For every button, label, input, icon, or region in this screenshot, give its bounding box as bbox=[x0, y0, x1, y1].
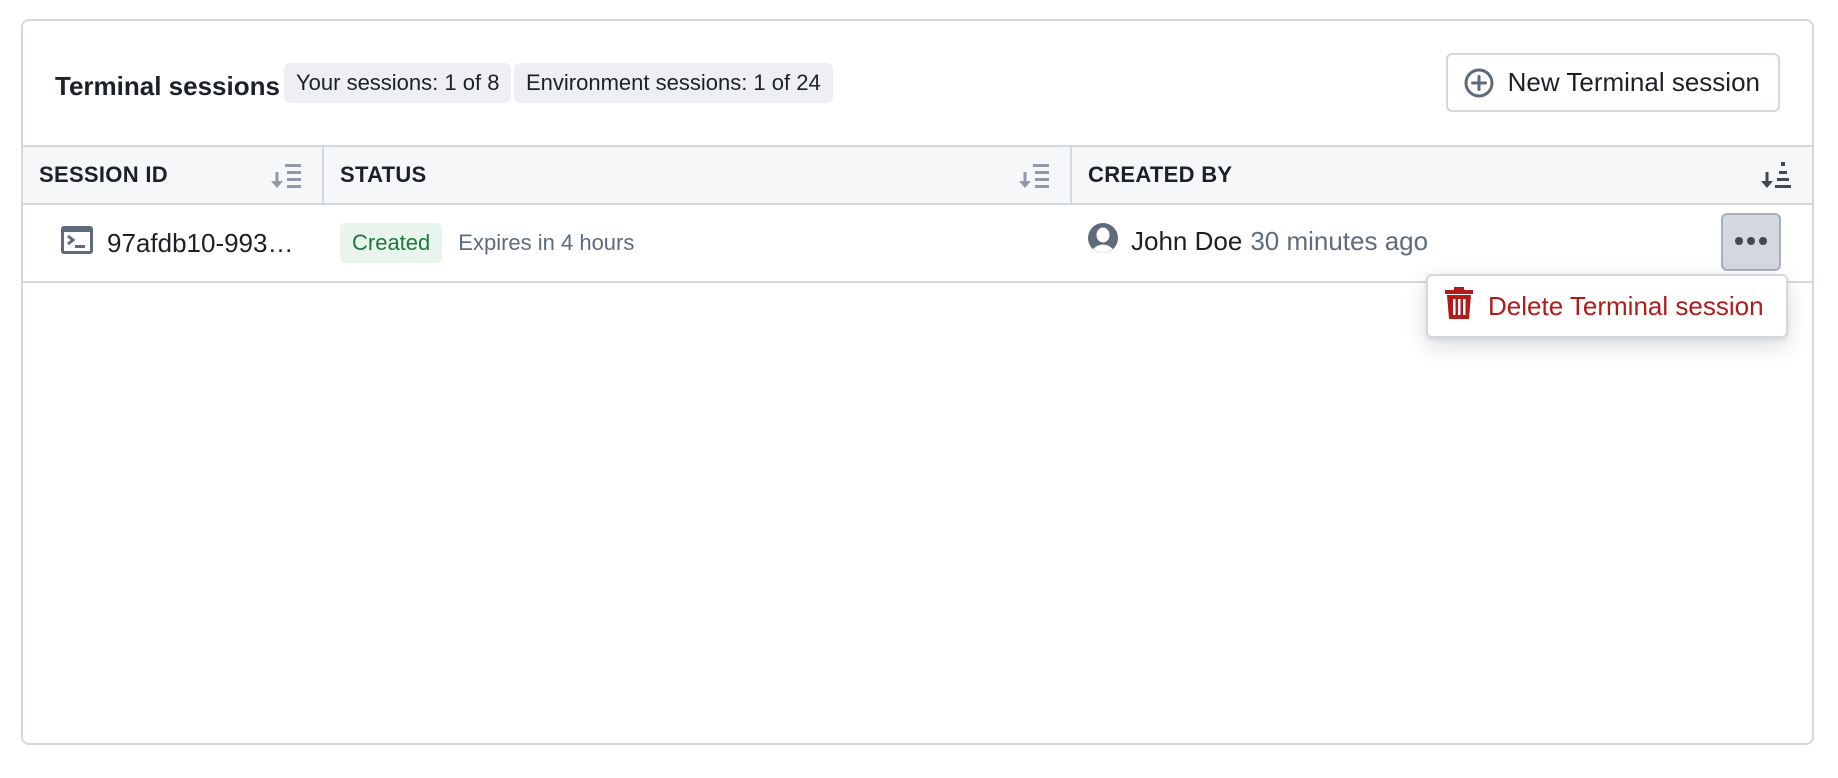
panel-header: Terminal sessions Your sessions: 1 of 8 … bbox=[23, 21, 1812, 147]
terminal-sessions-panel: Terminal sessions Your sessions: 1 of 8 … bbox=[21, 19, 1814, 745]
delete-terminal-session-label: Delete Terminal session bbox=[1488, 290, 1764, 321]
created-by-cell: John Doe 30 minutes ago bbox=[1087, 205, 1428, 277]
column-header-status[interactable]: STATUS bbox=[324, 147, 1072, 203]
plus-circle-icon bbox=[1464, 68, 1494, 98]
table-header: SESSION ID STATUS CREATED BY bbox=[23, 145, 1812, 205]
row-actions-menu: Delete Terminal session bbox=[1426, 274, 1788, 338]
delete-terminal-session-menu-item[interactable]: Delete Terminal session bbox=[1444, 286, 1764, 326]
your-sessions-tag: Your sessions: 1 of 8 bbox=[284, 63, 512, 103]
page-title: Terminal sessions bbox=[55, 71, 280, 101]
column-header-created-by[interactable]: CREATED BY bbox=[1072, 147, 1812, 203]
expires-text: Expires in 4 hours bbox=[458, 230, 635, 255]
column-header-label: CREATED BY bbox=[1088, 162, 1233, 187]
new-terminal-session-label: New Terminal session bbox=[1507, 67, 1760, 97]
column-header-session-id[interactable]: SESSION ID bbox=[23, 147, 324, 203]
console-icon bbox=[61, 225, 93, 261]
sort-icon[interactable] bbox=[270, 161, 304, 197]
trash-icon bbox=[1444, 286, 1474, 326]
sort-icon[interactable] bbox=[1018, 161, 1052, 197]
status-cell: Created Expires in 4 hours bbox=[340, 205, 634, 281]
created-time: 30 minutes ago bbox=[1250, 225, 1429, 256]
user-icon bbox=[1087, 222, 1119, 261]
column-header-label: SESSION ID bbox=[39, 162, 168, 187]
more-actions-button[interactable] bbox=[1721, 213, 1781, 271]
status-badge: Created bbox=[340, 223, 443, 263]
table-row[interactable]: 97afdb10-993… Created Expires in 4 hours… bbox=[23, 205, 1812, 283]
new-terminal-session-button[interactable]: New Terminal session bbox=[1445, 53, 1780, 112]
session-id-text[interactable]: 97afdb10-993… bbox=[107, 228, 293, 259]
environment-sessions-tag: Environment sessions: 1 of 24 bbox=[514, 63, 833, 103]
column-header-label: STATUS bbox=[340, 162, 427, 187]
more-horizontal-icon bbox=[1734, 233, 1768, 251]
session-id-cell: 97afdb10-993… bbox=[61, 205, 293, 281]
sort-icon[interactable] bbox=[1760, 161, 1794, 197]
author-name: John Doe bbox=[1131, 225, 1243, 256]
